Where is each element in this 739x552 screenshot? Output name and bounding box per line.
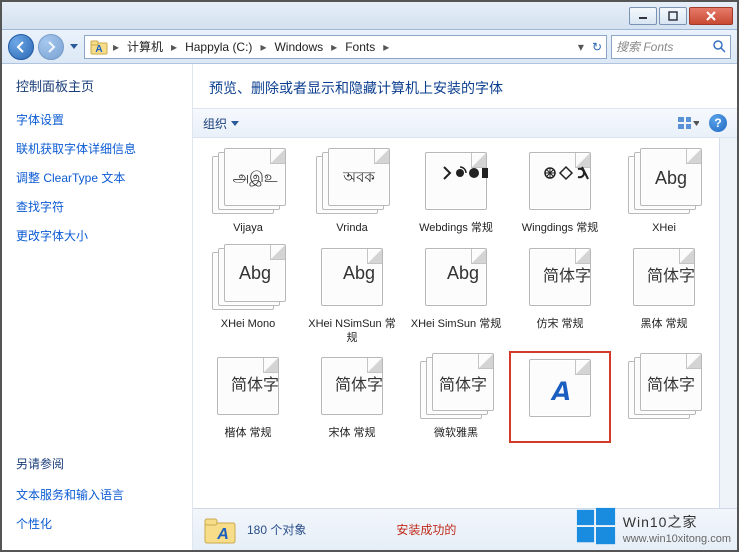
font-label: 宋体 常规 [328, 427, 375, 441]
font-item[interactable]: 简体字 [615, 353, 713, 441]
sidebar-link-online-fonts[interactable]: 联机获取字体详细信息 [16, 140, 178, 157]
sidebar: 控制面板主页 字体设置 联机获取字体详细信息 调整 ClearType 文本 查… [2, 64, 193, 550]
minimize-button[interactable] [629, 7, 657, 25]
sidebar-link-font-size[interactable]: 更改字体大小 [16, 227, 178, 244]
chevron-down-icon [231, 121, 239, 126]
font-item[interactable]: 简体字黑体 常规 [615, 244, 713, 346]
organize-button[interactable]: 组织 [203, 115, 239, 132]
forward-button[interactable] [38, 34, 64, 60]
font-label: 楷体 常规 [224, 427, 271, 441]
font-item[interactable]: அஇஉVijaya [199, 148, 297, 236]
font-grid: அஇஉVijayaঅবকVrinda Webdings 常规 Wingdings 常… [193, 138, 719, 508]
font-item[interactable]: Webdings 常规 [407, 148, 505, 236]
page-title: 预览、删除或者显示和隐藏计算机上安装的字体 [193, 64, 737, 108]
font-item[interactable]: অবকVrinda [303, 148, 401, 236]
font-label: 仿宋 常规 [536, 318, 583, 332]
svg-text:A: A [216, 526, 229, 543]
breadcrumb[interactable]: A ▸ 计算机 ▸ Happyla (C:) ▸ Windows ▸ Fonts… [84, 35, 607, 59]
font-item[interactable]: 简体字宋体 常规 [303, 353, 401, 441]
sidebar-link-cleartype[interactable]: 调整 ClearType 文本 [16, 169, 178, 186]
titlebar [2, 2, 737, 30]
font-item[interactable]: Wingdings 常规 [511, 148, 609, 236]
font-label: XHei [652, 222, 676, 236]
maximize-button[interactable] [659, 7, 687, 25]
search-text: 搜索 Fonts [616, 38, 673, 55]
status-install-text: 安装成功的 [396, 521, 456, 538]
font-item[interactable]: 简体字仿宋 常规 [511, 244, 609, 346]
font-item[interactable]: AbgXHei SimSun 常规 [407, 244, 505, 346]
search-input[interactable]: 搜索 Fonts [611, 35, 731, 59]
chevron-right-icon: ▸ [111, 40, 121, 54]
breadcrumb-seg[interactable]: Fonts [341, 40, 379, 54]
refresh-icon[interactable]: ↻ [592, 40, 602, 54]
font-label: 微软雅黑 [434, 427, 478, 441]
sidebar-link-font-settings[interactable]: 字体设置 [16, 111, 178, 128]
chevron-right-icon: ▸ [169, 40, 179, 54]
font-label: Vrinda [336, 222, 367, 236]
sidebar-link-text-services[interactable]: 文本服务和输入语言 [16, 486, 178, 503]
font-label: 黑体 常规 [640, 318, 687, 332]
vertical-scrollbar[interactable] [719, 138, 737, 508]
address-bar: A ▸ 计算机 ▸ Happyla (C:) ▸ Windows ▸ Fonts… [2, 30, 737, 64]
font-item[interactable]: AbgXHei NSimSun 常规 [303, 244, 401, 346]
font-item[interactable]: 简体字楷体 常规 [199, 353, 297, 441]
breadcrumb-seg[interactable]: 计算机 [123, 38, 167, 55]
font-label: XHei NSimSun 常规 [305, 318, 399, 346]
font-item[interactable]: AbgXHei Mono [199, 244, 297, 346]
font-label: XHei Mono [221, 318, 275, 332]
chevron-right-icon: ▸ [381, 40, 391, 54]
font-item[interactable]: 简体字微软雅黑 [407, 353, 505, 441]
toolbar: 组织 ? [193, 108, 737, 138]
font-item[interactable]: A [511, 353, 609, 441]
history-dropdown[interactable] [68, 34, 80, 60]
back-button[interactable] [8, 34, 34, 60]
fonts-folder-icon: A [89, 38, 109, 56]
help-button[interactable]: ? [709, 114, 727, 132]
font-label: XHei SimSun 常规 [411, 318, 501, 332]
fonts-folder-icon: A [203, 514, 237, 546]
chevron-right-icon: ▸ [329, 40, 339, 54]
breadcrumb-seg[interactable]: Windows [270, 40, 327, 54]
view-button[interactable] [677, 113, 699, 133]
font-item[interactable]: AbgXHei [615, 148, 713, 236]
close-button[interactable] [689, 7, 733, 25]
font-label: Vijaya [233, 222, 263, 236]
status-count: 180 个对象 [247, 521, 306, 538]
sidebar-link-personalize[interactable]: 个性化 [16, 515, 178, 532]
breadcrumb-seg[interactable]: Happyla (C:) [181, 40, 256, 54]
chevron-right-icon: ▸ [258, 40, 268, 54]
sidebar-link-find-char[interactable]: 查找字符 [16, 198, 178, 215]
content-area: 预览、删除或者显示和隐藏计算机上安装的字体 组织 ? அஇஉVijayaঅবকV… [193, 64, 737, 550]
chevron-down-icon[interactable]: ▾ [578, 40, 584, 54]
svg-text:A: A [95, 44, 102, 55]
sidebar-see-also: 另请参阅 [16, 455, 178, 472]
font-label: Wingdings 常规 [522, 222, 598, 236]
search-icon [713, 40, 726, 53]
sidebar-heading: 控制面板主页 [16, 76, 178, 95]
font-label: Webdings 常规 [419, 222, 493, 236]
status-bar: A 180 个对象 安装成功的 [193, 508, 737, 550]
